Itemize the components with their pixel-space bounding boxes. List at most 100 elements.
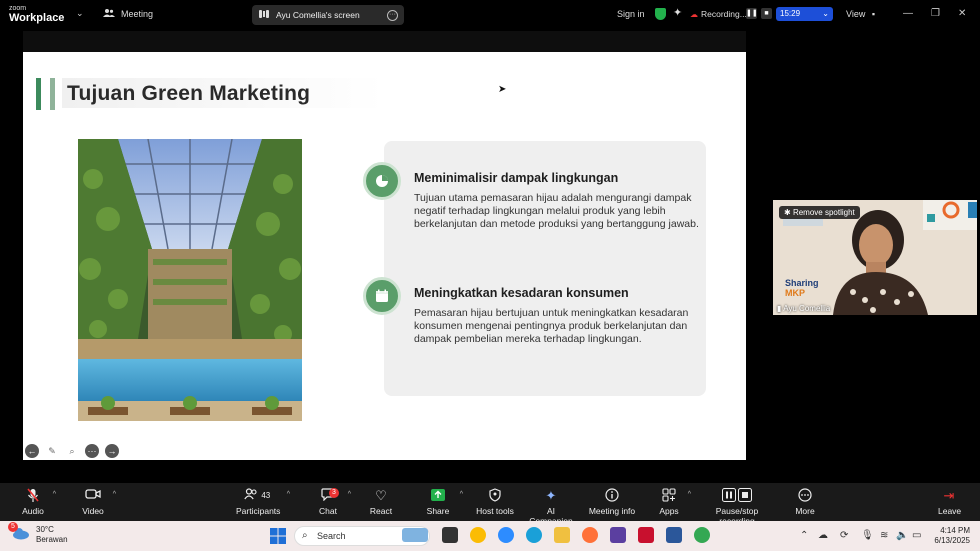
chevron-up-icon[interactable]: ⌃: [800, 530, 808, 541]
minimize-icon[interactable]: —: [903, 8, 913, 19]
participants-icon: 43: [236, 488, 278, 503]
security-shield-icon[interactable]: [655, 8, 666, 20]
microphone-icon[interactable]: 🎙: [861, 530, 874, 541]
shield-icon: [476, 488, 514, 503]
react-button[interactable]: ♡ React: [368, 488, 394, 516]
share-screen-icon: [258, 9, 270, 21]
chevron-up-icon[interactable]: ^: [113, 491, 116, 498]
info-icon: [588, 488, 636, 503]
battery-icon[interactable]: ▭: [912, 530, 921, 541]
video-camera-icon: [82, 488, 104, 503]
slide-title: Tujuan Green Marketing: [67, 82, 311, 105]
participants-count: 43: [261, 491, 271, 500]
zoom-app-icon[interactable]: [498, 527, 514, 543]
apps-grid-icon: [659, 488, 679, 503]
chevron-down-icon: ⌄: [822, 9, 829, 18]
wifi-icon[interactable]: ≋: [880, 530, 888, 541]
sign-in-link[interactable]: Sign in: [617, 9, 645, 19]
participant-name: ▮ Ayu Comellia: [777, 304, 831, 313]
taskbar-clock[interactable]: 4:14 PM 6/13/2025: [930, 526, 970, 546]
people-icon: [103, 8, 115, 20]
video-button[interactable]: Video ^: [82, 488, 116, 516]
word-icon[interactable]: [666, 527, 682, 543]
cloud-sync-icon[interactable]: ☁: [818, 530, 828, 541]
mouse-cursor-icon: ➤: [498, 84, 507, 95]
pie-chart-icon: [363, 162, 401, 200]
more-icon[interactable]: ···: [85, 444, 99, 458]
app-grid-red-icon[interactable]: [638, 527, 654, 543]
pen-icon[interactable]: ✎: [45, 444, 59, 458]
layout-icon: ▪: [871, 9, 876, 19]
heart-icon: ♡: [375, 488, 387, 503]
meeting-info-button[interactable]: Meeting info: [588, 488, 636, 516]
screen-share-pill[interactable]: Ayu Comellia's screen ···: [252, 5, 404, 25]
slide-top-band: [23, 31, 746, 52]
weather-widget[interactable]: 5 30°C Berawan: [8, 521, 68, 545]
participants-button[interactable]: 43 Participants ^: [236, 488, 290, 516]
app-slash-icon[interactable]: [610, 527, 626, 543]
pin-icon: ✱: [784, 208, 793, 217]
green-atrium-photo: [78, 139, 302, 421]
point-body-1: Tujuan utama pemasaran hijau adalah meng…: [414, 192, 699, 230]
chrome-profile-icon[interactable]: [694, 527, 710, 543]
more-dots-icon: [794, 488, 816, 503]
more-options-icon[interactable]: ···: [387, 9, 398, 21]
chevron-up-icon[interactable]: ^: [53, 491, 56, 498]
file-explorer-icon[interactable]: [554, 527, 570, 543]
restore-icon[interactable]: ❐: [931, 8, 940, 19]
bg-sharing-text: Sharing: [785, 278, 819, 288]
bg-mkp-text: MKP: [785, 288, 805, 298]
audio-button[interactable]: Audio ^: [22, 488, 56, 516]
chevron-down-icon[interactable]: ⌄: [76, 8, 84, 19]
more-button[interactable]: More: [794, 488, 816, 516]
chevron-up-icon[interactable]: ^: [348, 491, 351, 498]
windows-start-icon[interactable]: [270, 528, 286, 544]
previous-slide-icon[interactable]: ←: [25, 444, 39, 458]
remove-spotlight-button[interactable]: ✱ Remove spotlight: [779, 206, 860, 219]
close-icon[interactable]: ✕: [958, 8, 966, 19]
ai-sparkle-icon[interactable]: ✦: [673, 6, 682, 19]
share-button[interactable]: Share ^: [425, 488, 463, 516]
task-view-icon[interactable]: [442, 527, 458, 543]
next-slide-icon[interactable]: →: [105, 444, 119, 458]
cloud-icon: 5: [8, 521, 30, 545]
point-heading-1: Meminimalisir dampak lingkungan: [414, 171, 619, 185]
weather-badge: 5: [8, 521, 18, 532]
meeting-button[interactable]: Meeting: [103, 8, 153, 20]
leave-button[interactable]: ⇥ Leave: [938, 488, 961, 516]
apps-button[interactable]: Apps ^: [659, 488, 691, 516]
meeting-timer[interactable]: 15:29 ⌄: [776, 7, 833, 21]
chevron-up-icon[interactable]: ^: [460, 491, 463, 498]
point-heading-2: Meningkatkan kesadaran konsumen: [414, 286, 629, 300]
zoom-icon[interactable]: ⌕: [65, 444, 79, 458]
search-highlight-image: [402, 528, 428, 542]
pause-stop-icon: [697, 488, 777, 503]
chat-unread-badge: 3: [329, 488, 339, 498]
zoom-workplace-logo: zoom Workplace: [9, 5, 65, 24]
search-icon: ⌕: [302, 530, 308, 541]
title-accent-bar: [36, 78, 41, 110]
cloud-recording-icon: ☁: [690, 9, 698, 19]
chat-button[interactable]: Chat 3 ^: [317, 488, 351, 516]
app-tray-icon[interactable]: ⟳: [840, 530, 848, 541]
edge-icon[interactable]: [526, 527, 542, 543]
recording-status[interactable]: ☁ Recording...: [690, 9, 747, 19]
chrome-icon[interactable]: [470, 527, 486, 543]
calendar-icon: [363, 277, 401, 315]
screen-share-label: Ayu Comellia's screen: [276, 10, 360, 20]
view-button[interactable]: View ▪: [846, 9, 875, 19]
ai-sparkle-icon: ✦: [545, 488, 557, 503]
title-accent-bar-light: [50, 78, 55, 110]
windows-taskbar: [0, 521, 980, 551]
host-tools-button[interactable]: Host tools: [476, 488, 514, 516]
chevron-up-icon[interactable]: ^: [287, 491, 290, 498]
pause-recording-button[interactable]: ❚❚: [746, 8, 758, 19]
firefox-icon[interactable]: [582, 527, 598, 543]
point-body-2: Pemasaran hijau bertujuan untuk meningka…: [414, 307, 689, 345]
chevron-up-icon[interactable]: ^: [688, 491, 691, 498]
leave-icon: ⇥: [943, 488, 955, 503]
volume-icon[interactable]: 🔈: [896, 530, 908, 541]
stop-recording-button[interactable]: ■: [761, 8, 772, 19]
slide-controls: ← ✎ ⌕ ··· →: [25, 444, 119, 458]
share-screen-icon: [425, 488, 451, 503]
